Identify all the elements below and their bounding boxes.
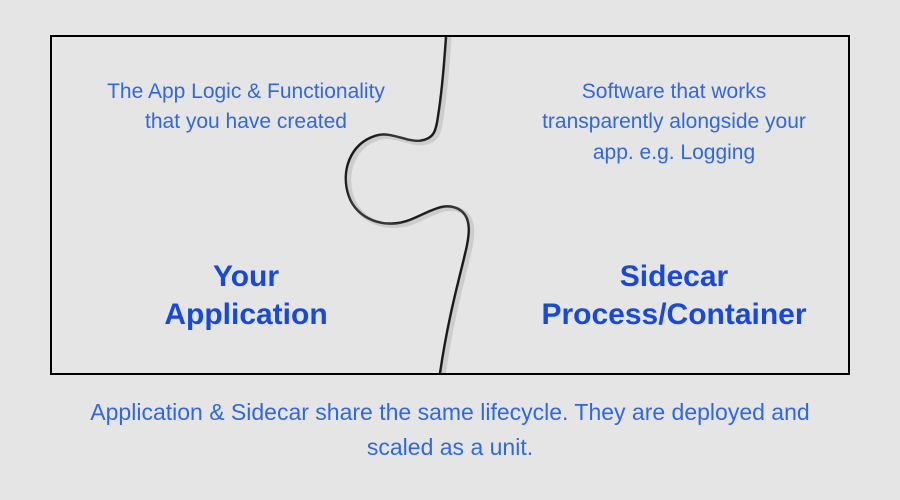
diagram-caption: Application & Sidecar share the same lif…	[0, 395, 900, 464]
right-title-line2: Process/Container	[541, 296, 806, 334]
right-title-line1: Sidecar	[541, 258, 806, 296]
right-title: Sidecar Process/Container	[541, 258, 806, 333]
left-title-line2: Application	[164, 296, 327, 334]
right-puzzle-piece: Software that works transparently alongs…	[450, 37, 848, 373]
left-title: Your Application	[164, 258, 327, 333]
left-puzzle-piece: The App Logic & Functionality that you h…	[52, 37, 450, 373]
left-description: The App Logic & Functionality that you h…	[102, 77, 390, 138]
sidecar-diagram-box: The App Logic & Functionality that you h…	[50, 35, 850, 375]
right-description: Software that works transparently alongs…	[530, 77, 818, 168]
left-title-line1: Your	[164, 258, 327, 296]
